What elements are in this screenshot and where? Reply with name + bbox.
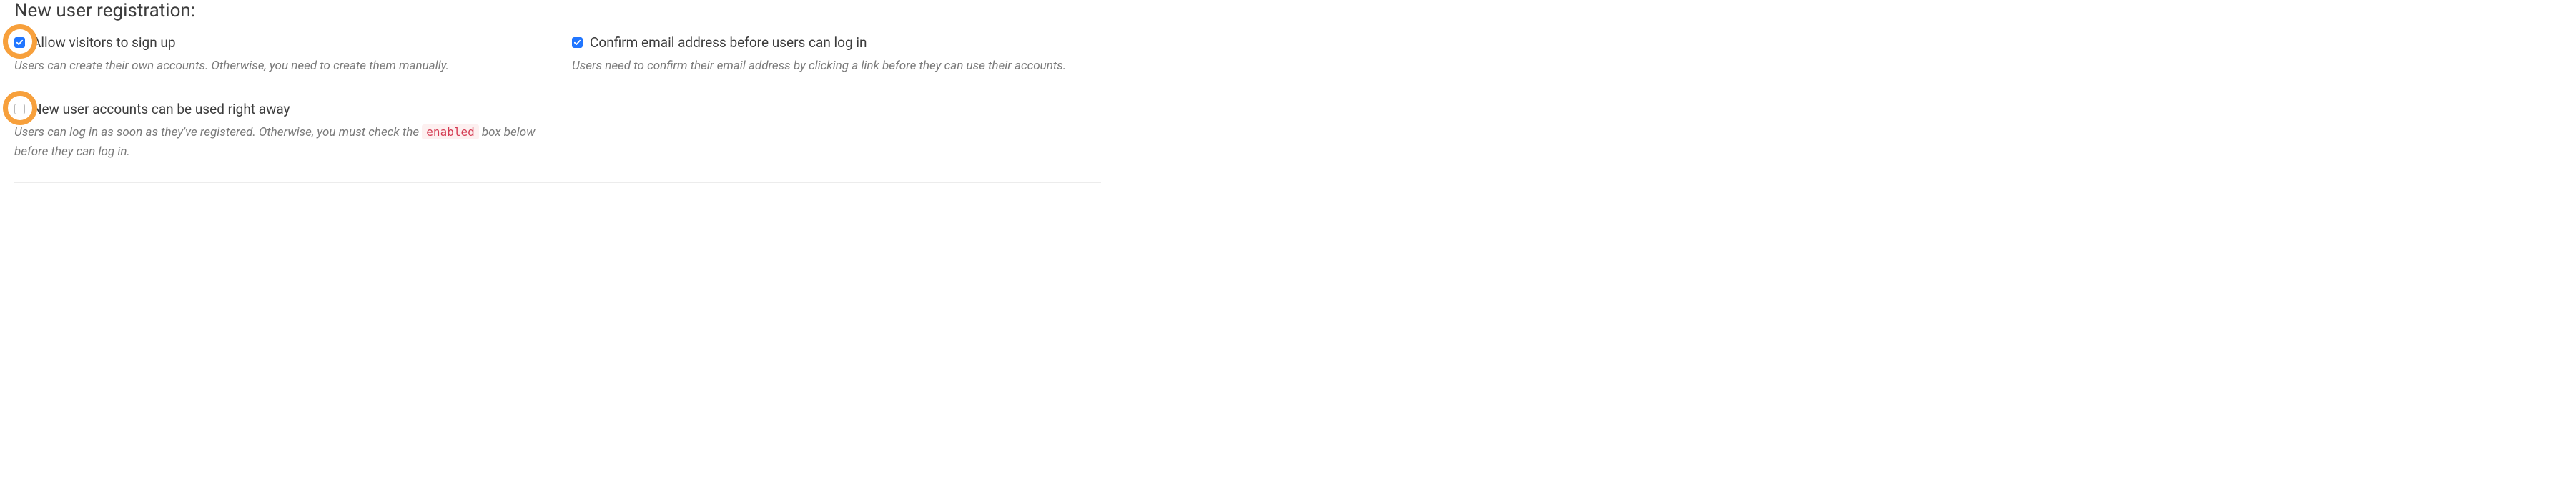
checkbox-confirm-email[interactable] (572, 37, 583, 48)
option-allow-signup: Allow visitors to sign up Users can crea… (14, 34, 543, 75)
option-confirm-email: Confirm email address before users can l… (572, 34, 1101, 75)
option-label-use-right-away[interactable]: New user accounts can be used right away (32, 101, 290, 117)
option-desc-use-right-away: Users can log in as soon as they've regi… (14, 123, 543, 161)
option-row: Allow visitors to sign up (14, 34, 543, 51)
options-grid: Allow visitors to sign up Users can crea… (14, 34, 1101, 161)
checkbox-allow-signup[interactable] (14, 37, 25, 48)
check-icon (573, 39, 581, 46)
option-label-allow-signup[interactable]: Allow visitors to sign up (32, 34, 176, 51)
option-row: New user accounts can be used right away (14, 101, 543, 117)
option-label-confirm-email[interactable]: Confirm email address before users can l… (590, 34, 867, 51)
desc-text-before: Users can log in as soon as they've regi… (14, 125, 422, 139)
desc-code: enabled (422, 124, 478, 139)
option-desc-confirm-email: Users need to confirm their email addres… (572, 57, 1101, 75)
option-row: Confirm email address before users can l… (572, 34, 1101, 51)
section-heading: New user registration: (14, 0, 1101, 21)
check-icon (16, 39, 24, 46)
option-use-right-away: New user accounts can be used right away… (14, 101, 543, 161)
checkbox-use-right-away[interactable] (14, 104, 25, 114)
section-divider (14, 182, 1101, 183)
option-desc-allow-signup: Users can create their own accounts. Oth… (14, 57, 543, 75)
